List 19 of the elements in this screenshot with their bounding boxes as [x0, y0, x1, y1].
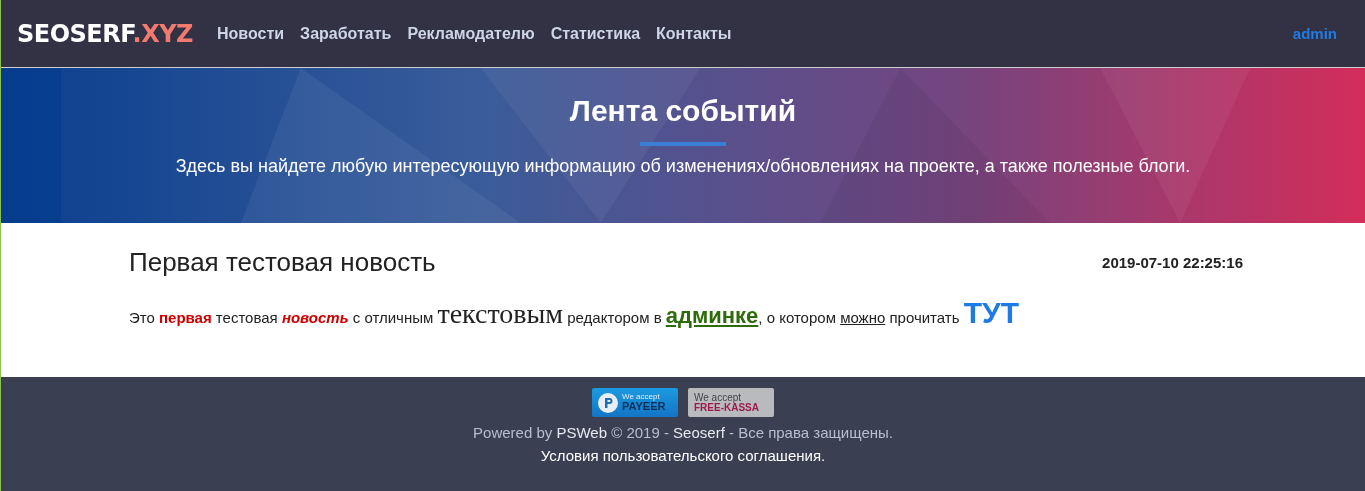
- text-link[interactable]: ТУТ: [963, 296, 1019, 329]
- news-date: 2019-07-10 22:25:16: [1102, 254, 1243, 271]
- nav-link[interactable]: Рекламодателю: [407, 24, 535, 43]
- footer-link[interactable]: Seoserf: [673, 424, 725, 441]
- nav-link[interactable]: Заработать: [300, 24, 392, 43]
- copyright-text: Powered by PSWeb © 2019 - Seoserf - Все права защищены.: [473, 424, 893, 441]
- payment-badge[interactable]: We accept FREE-KASSA: [688, 388, 774, 417]
- news-title: Первая тестовая новость: [129, 247, 436, 278]
- nav-link[interactable]: Новости: [217, 24, 285, 43]
- site-logo[interactable]: SEOSERF.XYZ: [17, 19, 193, 48]
- nav-link[interactable]: Контакты: [656, 24, 732, 43]
- footer-link[interactable]: PSWeb: [556, 424, 607, 441]
- text-link[interactable]: админке: [665, 303, 759, 328]
- p-circle-icon: [598, 392, 618, 413]
- nav-link[interactable]: Статистика: [550, 24, 641, 43]
- page-title: Лента событий: [569, 94, 797, 128]
- news-text: Это первая тестовая новость с отличным текстовым редактором в админке, о котором можно прочитать ТУТ: [129, 296, 1020, 330]
- terms-link[interactable]: Условия пользовательского соглашения.: [540, 447, 826, 464]
- page-subtitle: Здесь вы найдете любую интересующую информацию об изменениях/обновлениях на проекте, а также полезные блоги.: [175, 156, 1191, 177]
